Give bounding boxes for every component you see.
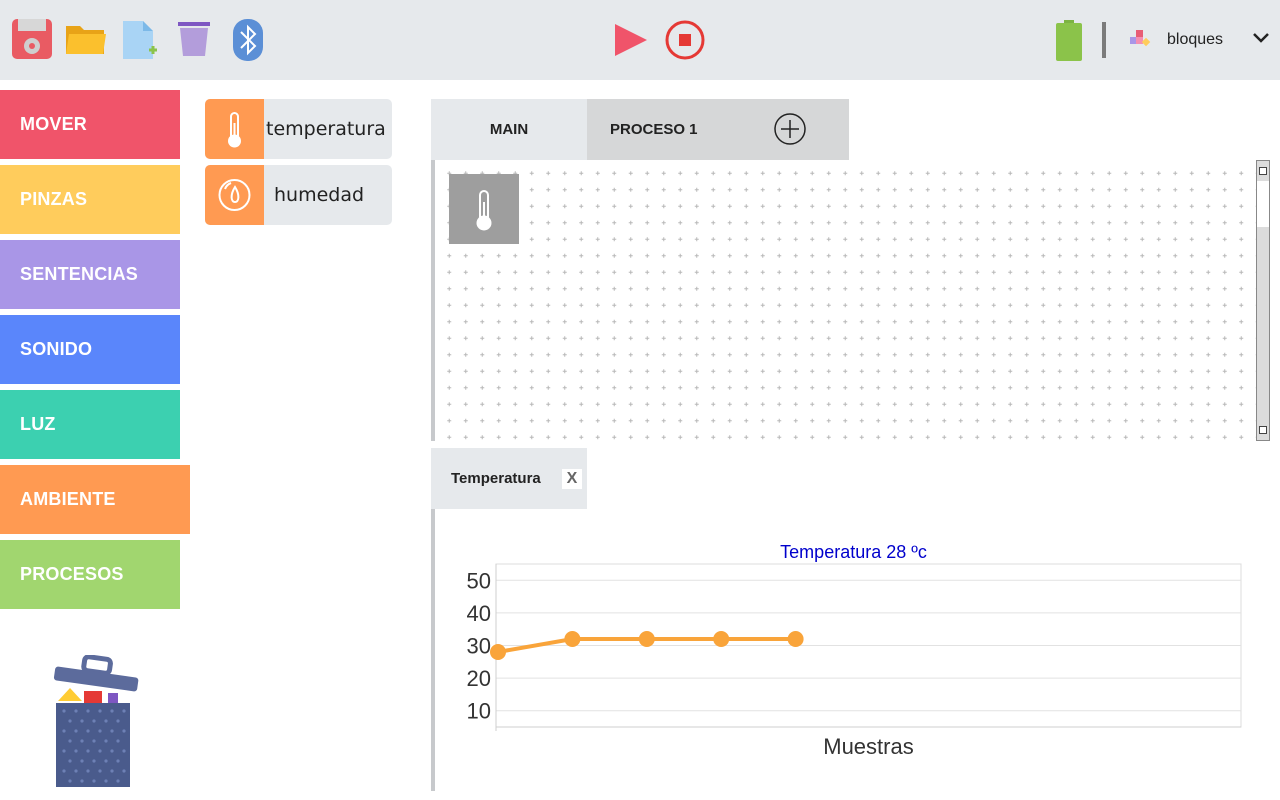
bluetooth-icon[interactable] <box>233 19 263 66</box>
y-tick-label: 40 <box>467 601 491 626</box>
scroll-down-icon[interactable] <box>1259 426 1267 434</box>
chart-tab-label: Temperatura <box>451 470 541 487</box>
data-point <box>713 630 730 647</box>
block-workspace[interactable] <box>431 160 1256 441</box>
save-icon[interactable] <box>11 18 53 65</box>
data-point <box>787 630 804 647</box>
workspace-scrollbar[interactable] <box>1256 160 1270 441</box>
temperature-chart: 10 20 30 40 50 Temperatura 28 ºc Muestras <box>467 542 1242 759</box>
stop-icon[interactable] <box>665 20 705 65</box>
trash-icon[interactable] <box>177 20 211 63</box>
play-icon[interactable] <box>613 22 649 63</box>
toolbar: bloques <box>0 0 1280 80</box>
battery-icon <box>1056 20 1082 66</box>
category-mover[interactable]: MOVER <box>0 90 180 159</box>
palette-block-label: humedad <box>274 184 365 206</box>
y-tick-label: 20 <box>467 666 491 691</box>
chart-left-border <box>431 509 435 791</box>
x-axis-label: Muestras <box>823 734 913 759</box>
humidity-icon <box>205 165 264 225</box>
category-sonido[interactable]: SONIDO <box>0 315 180 384</box>
category-label: AMBIENTE <box>20 489 116 509</box>
category-label: MOVER <box>20 114 88 134</box>
category-procesos[interactable]: PROCESOS <box>0 540 180 609</box>
thermometer-icon <box>205 99 264 159</box>
workspace-left-border <box>431 160 435 441</box>
category-label: PINZAS <box>20 189 88 209</box>
category-label: PROCESOS <box>20 564 124 584</box>
new-file-icon[interactable] <box>122 20 158 65</box>
mode-selector-label[interactable]: bloques <box>1167 31 1223 49</box>
category-sentencias[interactable]: SENTENCIAS <box>0 240 180 309</box>
y-tick-label: 10 <box>467 699 491 724</box>
chart-tab-temperatura[interactable]: Temperatura X <box>431 448 587 509</box>
trash-bin-icon[interactable] <box>52 654 140 794</box>
y-tick-label: 30 <box>467 634 491 659</box>
data-point <box>564 630 581 647</box>
tab-label: PROCESO 1 <box>610 121 698 138</box>
toolbar-divider <box>1102 22 1106 58</box>
tab-proceso-1[interactable]: PROCESO 1 <box>587 99 849 160</box>
chart-title: Temperatura 28 ºc <box>780 542 927 562</box>
category-luz[interactable]: LUZ <box>0 390 180 459</box>
tab-label: MAIN <box>489 121 529 138</box>
scroll-up-icon[interactable] <box>1259 167 1267 175</box>
category-label: SONIDO <box>20 339 93 359</box>
chevron-down-icon[interactable] <box>1252 31 1270 50</box>
chart-close-button[interactable]: X <box>562 469 582 489</box>
y-tick-label: 50 <box>467 568 491 593</box>
palette-block-temperatura[interactable]: temperatura <box>205 99 392 159</box>
data-point <box>490 644 506 661</box>
thermometer-icon <box>476 190 492 231</box>
open-folder-icon[interactable] <box>65 22 107 61</box>
data-point <box>638 630 655 647</box>
palette-block-humedad[interactable]: humedad <box>205 165 392 225</box>
scroll-thumb[interactable] <box>1257 181 1269 227</box>
tab-main[interactable]: MAIN <box>431 99 587 160</box>
category-pinzas[interactable]: PINZAS <box>0 165 180 234</box>
workspace-block-temperatura[interactable] <box>449 174 519 244</box>
category-label: LUZ <box>20 414 56 434</box>
palette-block-label: temperatura <box>266 118 386 140</box>
category-ambiente[interactable]: AMBIENTE <box>0 465 190 534</box>
blocks-icon[interactable] <box>1130 30 1152 55</box>
category-label: SENTENCIAS <box>20 264 139 284</box>
add-tab-icon[interactable] <box>773 112 807 146</box>
